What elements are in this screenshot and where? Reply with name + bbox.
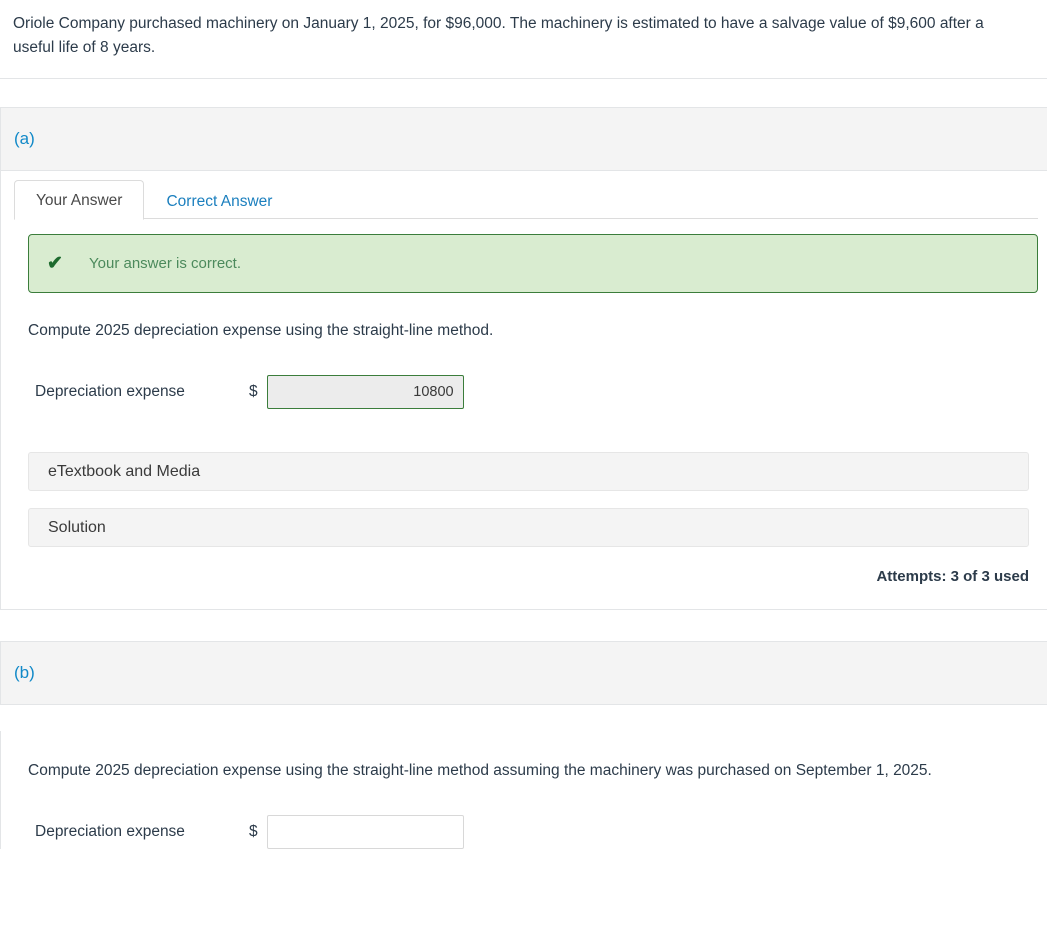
part-a-body: Your Answer Correct Answer ✔ Your answer… [0, 171, 1047, 610]
check-icon: ✔ [47, 253, 63, 275]
part-a-attempts: Attempts: 3 of 3 used [876, 568, 1029, 586]
part-a-prompt: Compute 2025 depreciation expense using … [28, 322, 494, 340]
part-a-answer-label: Depreciation expense [35, 383, 185, 401]
part-a-panels: eTextbook and Media Solution [28, 452, 1029, 548]
part-b-band: (b) [0, 641, 1047, 706]
tab-correct-answer[interactable]: Correct Answer [144, 181, 294, 221]
tab-your-answer[interactable]: Your Answer [14, 179, 145, 221]
part-b-panel: Compute 2025 depreciation expense using … [1, 731, 1047, 850]
etextbook-and-media-panel[interactable]: eTextbook and Media [28, 452, 1029, 492]
problem-statement: Oriole Company purchased machinery on Ja… [0, 0, 1047, 78]
part-a-tab-panel: ✔ Your answer is correct. Compute 2025 d… [1, 234, 1047, 609]
tab-your-answer-label: Your Answer [36, 191, 123, 209]
part-b-answer-label: Depreciation expense [35, 823, 185, 841]
part-b-body: Compute 2025 depreciation expense using … [0, 731, 1047, 850]
part-a-band: (a) [0, 107, 1047, 172]
part-a-label: (a) [14, 129, 35, 149]
part-b-label: (b) [14, 663, 35, 683]
part-a-answer-row: Depreciation expense $ [35, 375, 1038, 410]
solution-label: Solution [48, 518, 106, 536]
part-a-currency-symbol: $ [249, 383, 258, 401]
etextbook-and-media-label: eTextbook and Media [48, 462, 201, 480]
header-gap [0, 79, 1047, 108]
answer-correct-alert-text: Your answer is correct. [89, 255, 242, 273]
part-a-tabs: Your Answer Correct Answer [1, 171, 1047, 221]
parts-gap [0, 610, 1047, 642]
problem-statement-text: Oriole Company purchased machinery on Ja… [13, 15, 984, 57]
part-b-answer-row: Depreciation expense $ [35, 815, 1038, 850]
part-b-depreciation-expense-input[interactable] [266, 815, 464, 850]
part-a-depreciation-expense-input[interactable] [266, 375, 464, 410]
solution-panel[interactable]: Solution [28, 508, 1029, 548]
answer-correct-alert: ✔ Your answer is correct. [28, 234, 1038, 294]
part-b-prompt: Compute 2025 depreciation expense using … [28, 762, 932, 780]
tab-correct-answer-label: Correct Answer [166, 192, 273, 210]
part-b-currency-symbol: $ [249, 823, 258, 841]
exercise-page: Oriole Company purchased machinery on Ja… [0, 0, 1047, 850]
